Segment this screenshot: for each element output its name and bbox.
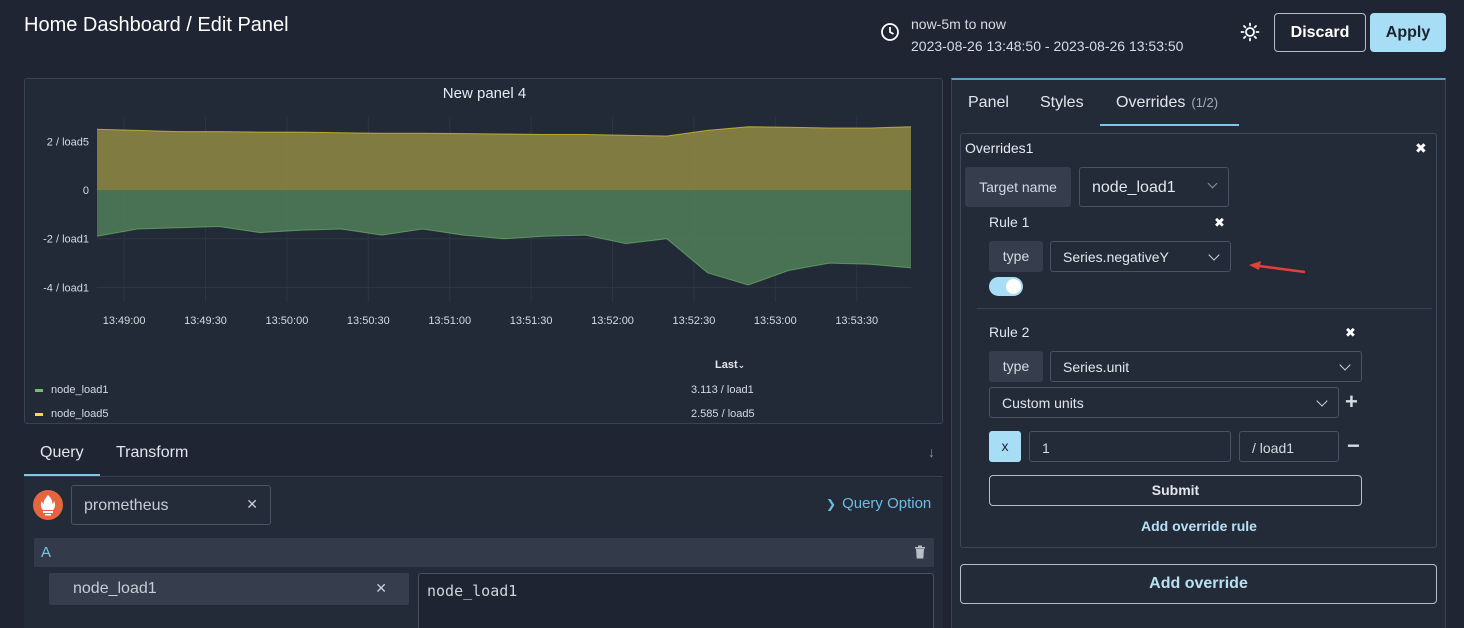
- y-tick-label: -2 / load1: [43, 234, 89, 246]
- query-tabs: Query Transform: [24, 432, 943, 477]
- datasource-select[interactable]: prometheus ✕: [71, 485, 271, 525]
- panel-preview: New panel 4 2 / load5 0 -2 / load1 -4 / loa…: [24, 78, 943, 424]
- chevron-down-icon: ⌄: [737, 360, 746, 370]
- unit-suffix-value: / load1: [1252, 440, 1295, 456]
- active-tab-indicator: [24, 474, 100, 476]
- trash-icon[interactable]: [914, 545, 926, 559]
- chevron-down-icon: [1339, 359, 1351, 371]
- prometheus-logo-icon: [33, 490, 63, 520]
- x-tick-label: 13:52:00: [591, 315, 634, 327]
- legend-last-value: 2.585 / load5: [691, 408, 755, 420]
- tab-overrides-count: (1/2): [1191, 95, 1219, 110]
- plus-icon[interactable]: +: [1345, 389, 1358, 415]
- legend-item-node-load5[interactable]: node_load5: [35, 408, 109, 420]
- rule-1-type-value: Series.negativeY: [1063, 249, 1169, 265]
- tab-query[interactable]: Query: [40, 444, 84, 462]
- clear-icon[interactable]: ✕: [246, 496, 258, 513]
- close-icon[interactable]: ✖: [1345, 325, 1356, 341]
- chevron-down-icon: [1207, 178, 1218, 189]
- sun-icon[interactable]: [1240, 22, 1260, 42]
- y-tick-label: -4 / load1: [43, 282, 89, 294]
- page-title: Home Dashboard / Edit Panel: [24, 14, 289, 36]
- x-tick-label: 13:49:30: [184, 315, 227, 327]
- unit-suffix-input[interactable]: / load1: [1239, 431, 1339, 462]
- divider: [977, 308, 1432, 309]
- tab-overrides[interactable]: Overrides (1/2): [1116, 94, 1218, 112]
- rule-1-title: Rule 1: [989, 214, 1030, 230]
- rule-2-type-label: type: [989, 351, 1043, 382]
- metric-select[interactable]: node_load1 ✕: [49, 573, 409, 605]
- tab-panel[interactable]: Panel: [968, 94, 1009, 112]
- factor-label: x: [989, 431, 1021, 462]
- target-name-value: node_load1: [1092, 179, 1176, 196]
- datasource-value: prometheus: [84, 497, 169, 514]
- target-name-select[interactable]: node_load1: [1079, 167, 1229, 207]
- x-tick-label: 13:53:30: [835, 315, 878, 327]
- legend-swatch: [35, 412, 43, 416]
- x-tick-label: 13:51:30: [510, 315, 553, 327]
- rule-2-type-select[interactable]: Series.unit: [1050, 351, 1362, 382]
- time-range-relative: now-5m to now: [911, 16, 1006, 32]
- factor-value: 1: [1042, 440, 1050, 456]
- minus-icon[interactable]: −: [1347, 433, 1360, 459]
- series-node-load5-area: [97, 126, 911, 191]
- y-tick-label: 2 / load5: [47, 136, 89, 148]
- target-name-label: Target name: [965, 167, 1071, 207]
- add-override-button[interactable]: Add override: [960, 564, 1437, 604]
- chevron-down-icon: [1316, 395, 1328, 407]
- legend-name: node_load5: [51, 408, 109, 420]
- promql-editor[interactable]: node_load1: [418, 573, 934, 628]
- legend-sort-last[interactable]: Last⌄: [715, 359, 745, 371]
- rule-2-title: Rule 2: [989, 324, 1030, 340]
- x-tick-label: 13:49:00: [103, 315, 146, 327]
- y-tick-label: 0: [83, 185, 89, 197]
- metric-value: node_load1: [73, 580, 157, 597]
- arrow-down-icon[interactable]: ↓: [928, 444, 944, 460]
- time-range-absolute: 2023-08-26 13:48:50 - 2023-08-26 13:53:5…: [911, 38, 1184, 54]
- negative-y-toggle[interactable]: [989, 277, 1023, 296]
- query-option-toggle[interactable]: ❯ Query Option: [826, 495, 931, 512]
- chevron-down-icon: [1208, 249, 1220, 261]
- time-range-picker[interactable]: now-5m to now 2023-08-26 13:48:50 - 2023…: [911, 13, 1183, 57]
- x-tick-label: 13:53:00: [754, 315, 797, 327]
- legend-last-value: 3.113 / load1: [691, 384, 754, 396]
- active-tab-indicator: [1100, 124, 1239, 126]
- query-ref-id: A: [41, 544, 52, 561]
- override-title: Overrides1: [965, 140, 1034, 156]
- clock-icon[interactable]: [880, 22, 900, 42]
- x-tick-label: 13:50:30: [347, 315, 390, 327]
- annotation-arrow-icon: [1249, 261, 1306, 274]
- apply-button[interactable]: Apply: [1370, 13, 1446, 52]
- discard-button[interactable]: Discard: [1274, 13, 1366, 52]
- query-option-label: Query Option: [842, 495, 932, 512]
- query-row-header[interactable]: A: [34, 538, 934, 567]
- x-tick-label: 13:52:30: [673, 315, 716, 327]
- rule-1-type-label: type: [989, 241, 1043, 272]
- x-tick-label: 13:51:00: [428, 315, 471, 327]
- rule-2-type-value: Series.unit: [1063, 359, 1130, 375]
- add-override-rule-link[interactable]: Add override rule: [1141, 518, 1257, 534]
- factor-input[interactable]: 1: [1029, 431, 1231, 462]
- tab-overrides-label: Overrides: [1116, 94, 1186, 111]
- promql-expression: node_load1: [427, 582, 518, 600]
- tab-styles[interactable]: Styles: [1040, 94, 1084, 112]
- rule-1-type-select[interactable]: Series.negativeY: [1050, 241, 1231, 272]
- toggle-knob: [1006, 279, 1021, 294]
- submit-button[interactable]: Submit: [989, 475, 1362, 506]
- close-icon[interactable]: ✖: [1415, 140, 1427, 157]
- legend-name: node_load1: [51, 384, 109, 396]
- unit-mode-value: Custom units: [1002, 395, 1084, 411]
- legend-last-header: Last: [715, 359, 738, 371]
- panel-title: New panel 4: [442, 85, 527, 102]
- tab-transform[interactable]: Transform: [116, 444, 188, 462]
- chevron-right-icon: ❯: [826, 497, 837, 511]
- clear-icon[interactable]: ✕: [375, 580, 387, 597]
- x-tick-label: 13:50:00: [266, 315, 309, 327]
- unit-mode-select[interactable]: Custom units: [989, 387, 1339, 418]
- close-icon[interactable]: ✖: [1214, 215, 1225, 231]
- legend-swatch: [35, 388, 43, 392]
- legend-item-node-load1[interactable]: node_load1: [35, 384, 109, 396]
- timeseries-chart[interactable]: 2 / load5 0 -2 / load1 -4 / load1 13:49:00 13…: [25, 107, 944, 347]
